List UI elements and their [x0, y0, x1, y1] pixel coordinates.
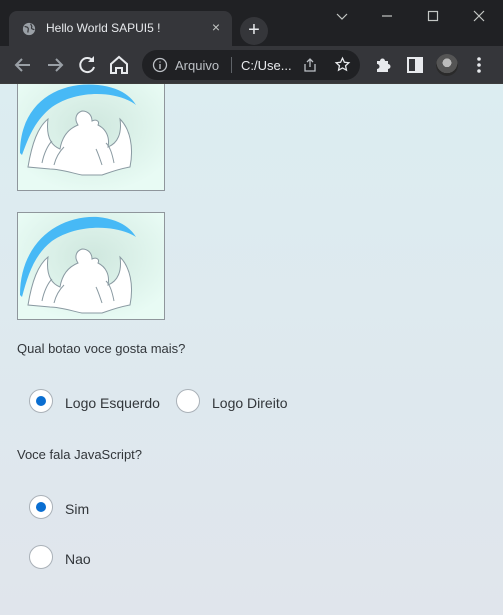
new-tab-button[interactable]: +	[240, 17, 268, 45]
arrow-right-icon[interactable]	[43, 53, 67, 77]
share-icon[interactable]	[302, 57, 318, 73]
phoenix-logo-image	[17, 84, 165, 191]
phoenix-logo-icon	[18, 84, 164, 190]
maximize-icon[interactable]	[410, 0, 455, 30]
reload-icon[interactable]	[75, 53, 99, 77]
address-bar[interactable]: Arquivo C:/Use...	[142, 50, 360, 80]
browser-tab[interactable]: Hello World SAPUI5 ! ×	[9, 11, 232, 46]
radio-circle[interactable]	[29, 389, 53, 413]
tab-close-icon[interactable]: ×	[208, 19, 224, 35]
question-favorite-button: Qual botao voce gosta mais?	[17, 341, 186, 356]
profile-avatar[interactable]	[436, 54, 458, 76]
phoenix-logo-icon	[18, 213, 164, 319]
arrow-left-icon[interactable]	[11, 53, 35, 77]
home-icon[interactable]	[107, 53, 131, 77]
page-content: Qual botao voce gosta mais? Logo Esquerd…	[0, 84, 503, 615]
tab-title: Hello World SAPUI5 !	[46, 21, 161, 35]
address-scheme-label: Arquivo	[175, 58, 220, 73]
chevron-down-icon[interactable]	[319, 0, 364, 30]
phoenix-logo-image	[17, 212, 165, 320]
radio-label[interactable]: Nao	[65, 551, 91, 567]
radio-label[interactable]: Logo Esquerdo	[65, 395, 160, 411]
browser-toolbar: Arquivo C:/Use...	[0, 46, 503, 84]
globe-icon	[22, 22, 36, 36]
address-divider	[231, 57, 232, 73]
radio-circle[interactable]	[29, 545, 53, 569]
radio-label[interactable]: Logo Direito	[212, 395, 288, 411]
close-icon[interactable]	[456, 0, 501, 30]
side-panel-icon[interactable]	[403, 53, 427, 77]
star-icon[interactable]	[334, 56, 351, 73]
radio-circle[interactable]	[176, 389, 200, 413]
radio-label[interactable]: Sim	[65, 501, 89, 517]
browser-titlebar: Hello World SAPUI5 ! × +	[0, 0, 503, 46]
puzzle-icon[interactable]	[371, 53, 395, 77]
minimize-icon[interactable]	[364, 0, 409, 30]
radio-circle[interactable]	[29, 495, 53, 519]
info-icon[interactable]	[152, 57, 168, 73]
address-url[interactable]: C:/Use...	[241, 58, 292, 73]
question-javascript: Voce fala JavaScript?	[17, 447, 143, 462]
kebab-menu-icon[interactable]	[467, 53, 491, 77]
